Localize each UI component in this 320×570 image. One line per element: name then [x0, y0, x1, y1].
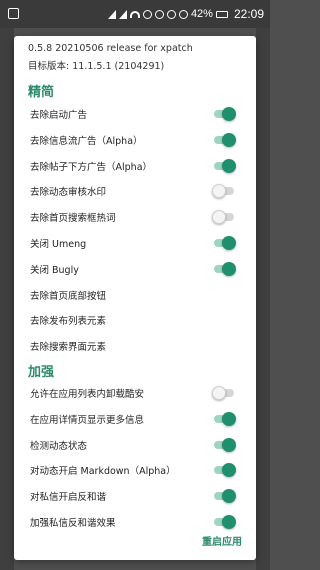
toggle-switch[interactable]: [212, 107, 236, 121]
setting-switch-row[interactable]: 去除首页搜索框热词: [14, 207, 256, 227]
setting-label: 去除首页底部按钮: [30, 290, 107, 302]
signal-icon: [107, 9, 116, 19]
toggle-switch[interactable]: [212, 386, 236, 400]
setting-label: 加强私信反和谐效果: [30, 518, 116, 529]
setting-label: 去除动态审核水印: [30, 187, 107, 199]
setting-switch-row[interactable]: 去除帖子下方广告（Alpha）: [14, 156, 256, 176]
setting-label: 关闭 Bugly: [30, 264, 79, 276]
toggle-switch[interactable]: [212, 489, 236, 504]
version-text: 0.5.8 20210506 release for xpatch: [28, 43, 193, 54]
notification-icons: [8, 8, 19, 19]
battery-icon: [215, 10, 228, 18]
battery-percentage: 42%: [190, 8, 213, 20]
toggle-switch[interactable]: [212, 411, 236, 426]
toggle-switch[interactable]: [212, 437, 236, 452]
restart-app-button[interactable]: 重启应用: [202, 533, 242, 548]
switch-thumb: [222, 236, 236, 250]
setting-switch-row[interactable]: 对私信开启反和谐: [14, 486, 256, 506]
setting-list-item[interactable]: 去除首页底部按钮: [14, 285, 256, 305]
settings-dialog: 0.5.8 20210506 release for xpatch 目标版本: …: [14, 36, 256, 560]
setting-label: 在应用详情页显示更多信息: [30, 414, 145, 426]
toggle-switch[interactable]: [212, 132, 236, 147]
setting-label: 去除发布列表元素: [30, 316, 107, 328]
nfc-icon: [142, 9, 152, 19]
setting-switch-row[interactable]: 检测动态状态: [14, 435, 256, 455]
setting-switch-row[interactable]: 关闭 Bugly: [14, 259, 256, 279]
switch-thumb: [222, 411, 236, 426]
alarm-icon: [178, 9, 188, 19]
setting-switch-row[interactable]: 去除信息流广告（Alpha）: [14, 130, 256, 150]
setting-switch-row[interactable]: 加强私信反和谐效果: [14, 512, 256, 532]
setting-label: 去除搜索界面元素: [30, 342, 107, 354]
setting-switch-row[interactable]: 对动态开启 Markdown（Alpha）: [14, 460, 256, 480]
background-app-left: [0, 28, 14, 570]
switch-thumb: [222, 132, 236, 147]
signal-icon-2: [118, 9, 127, 19]
setting-list-item[interactable]: 去除搜索界面元素: [14, 336, 256, 356]
switch-thumb: [222, 489, 236, 504]
switch-thumb: [222, 158, 236, 173]
section-title-enhance: 加强: [28, 365, 55, 380]
switch-thumb: [222, 437, 236, 452]
background-app-right: [256, 28, 270, 570]
status-indicators: 42% 22:09: [107, 7, 264, 21]
clock: 22:09: [233, 7, 264, 21]
dnd-icon: [166, 9, 176, 19]
toggle-switch[interactable]: [212, 158, 236, 173]
toggle-switch[interactable]: [212, 515, 236, 529]
switch-thumb: [222, 261, 236, 276]
setting-label: 对动态开启 Markdown（Alpha）: [30, 466, 176, 478]
status-bar: 42% 22:09: [0, 0, 270, 28]
setting-switch-row[interactable]: 去除启动广告: [14, 104, 256, 124]
setting-switch-row[interactable]: 允许在应用列表内卸载酷安: [14, 383, 256, 403]
switch-thumb: [222, 107, 236, 121]
setting-label: 对私信开启反和谐: [30, 492, 107, 504]
setting-label: 关闭 Umeng: [30, 239, 87, 250]
setting-switch-row[interactable]: 关闭 Umeng: [14, 233, 256, 253]
switch-thumb: [222, 463, 236, 478]
switch-thumb: [222, 515, 236, 529]
switch-thumb: [212, 184, 226, 199]
setting-label: 去除首页搜索框热词: [30, 213, 116, 225]
setting-list-item[interactable]: 去除发布列表元素: [14, 310, 256, 330]
switch-thumb: [212, 210, 226, 225]
toggle-switch[interactable]: [212, 210, 236, 225]
toggle-switch[interactable]: [212, 463, 236, 478]
setting-label: 检测动态状态: [30, 440, 88, 452]
location-icon: [154, 9, 164, 19]
target-version-text: 目标版本: 11.1.5.1 (2104291): [28, 61, 165, 72]
setting-label: 允许在应用列表内卸载酷安: [30, 389, 145, 400]
toggle-switch[interactable]: [212, 184, 236, 199]
setting-switch-row[interactable]: 去除动态审核水印: [14, 181, 256, 201]
setting-label: 去除帖子下方广告（Alpha）: [30, 161, 153, 173]
section-title-simplify: 精简: [28, 85, 55, 100]
switch-thumb: [212, 386, 226, 400]
setting-switch-row[interactable]: 在应用详情页显示更多信息: [14, 409, 256, 429]
toggle-switch[interactable]: [212, 236, 236, 250]
setting-label: 去除启动广告: [30, 110, 88, 121]
wifi-icon: [129, 10, 140, 18]
app-notification-icon: [8, 8, 19, 19]
setting-label: 去除信息流广告（Alpha）: [30, 135, 143, 147]
toggle-switch[interactable]: [212, 261, 236, 276]
